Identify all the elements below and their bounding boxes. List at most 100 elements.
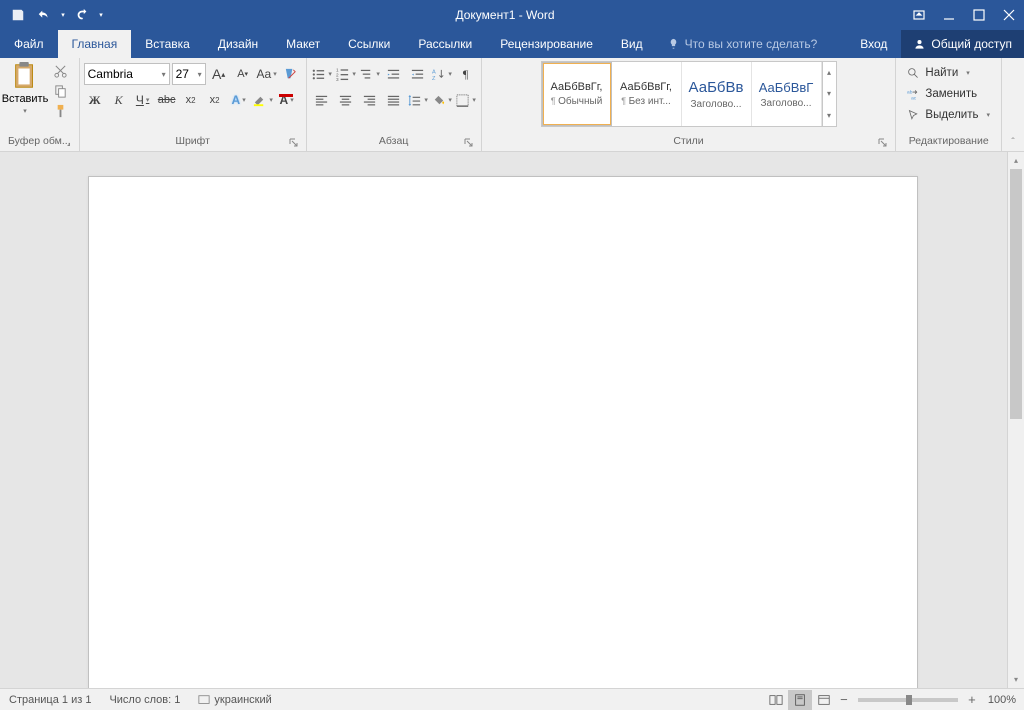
- find-button[interactable]: Найти: [904, 63, 993, 83]
- cut-button[interactable]: [50, 63, 70, 80]
- numbering-button[interactable]: 123: [335, 63, 357, 85]
- paste-label: Вставить: [2, 93, 49, 105]
- clipboard-icon: [10, 61, 40, 91]
- window-controls: [904, 0, 1024, 30]
- select-button[interactable]: Выделить: [904, 105, 993, 125]
- tab-insert[interactable]: Вставка: [131, 30, 204, 58]
- tab-file[interactable]: Файл: [0, 30, 58, 58]
- underline-button[interactable]: Ч: [132, 89, 154, 111]
- close-button[interactable]: [994, 0, 1024, 30]
- search-icon: [907, 67, 920, 80]
- share-icon: [913, 38, 926, 51]
- shading-button[interactable]: [431, 89, 453, 111]
- style-heading1[interactable]: АаБбВв Заголово...: [682, 62, 752, 126]
- undo-dropdown-icon[interactable]: ▾: [58, 3, 68, 27]
- replace-button[interactable]: abac Заменить: [904, 84, 993, 104]
- style-normal[interactable]: АаБбВвГг, ¶ Обычный: [542, 62, 612, 126]
- paragraph-dialog-launcher[interactable]: [463, 138, 475, 150]
- zoom-percent[interactable]: 100%: [980, 694, 1024, 706]
- tab-mailings[interactable]: Рассылки: [404, 30, 486, 58]
- tab-design[interactable]: Дизайн: [204, 30, 272, 58]
- collapse-ribbon-button[interactable]: ˆ: [1002, 58, 1024, 151]
- page-canvas[interactable]: [0, 152, 1007, 688]
- tell-me-search[interactable]: Что вы хотите сделать?: [657, 30, 828, 58]
- highlight-button[interactable]: [252, 89, 274, 111]
- paste-button[interactable]: Вставить ▾: [4, 61, 46, 115]
- align-left-button[interactable]: [311, 89, 333, 111]
- increase-indent-button[interactable]: [407, 63, 429, 85]
- gallery-scroll-down[interactable]: ▾: [823, 83, 836, 104]
- signin-button[interactable]: Вход: [846, 30, 901, 58]
- vertical-scrollbar[interactable]: ▴ ▾: [1007, 152, 1024, 688]
- grow-font-button[interactable]: A▴: [208, 63, 230, 85]
- styles-gallery-more: ▴ ▾ ▾: [822, 62, 836, 126]
- shrink-font-button[interactable]: A▾: [232, 63, 254, 85]
- scroll-up-button[interactable]: ▴: [1008, 152, 1024, 169]
- group-font: Cambria 27 A▴ A▾ Aa Ж К Ч abc x2 x2 A A: [80, 58, 307, 151]
- style-heading2[interactable]: АаБбВвГ Заголово...: [752, 62, 822, 126]
- tab-review[interactable]: Рецензирование: [486, 30, 607, 58]
- strikethrough-button[interactable]: abc: [156, 89, 178, 111]
- copy-button[interactable]: [50, 83, 70, 100]
- gallery-expand[interactable]: ▾: [823, 105, 836, 126]
- align-left-icon: [314, 93, 329, 108]
- sort-button[interactable]: AZ: [431, 63, 453, 85]
- zoom-handle[interactable]: [906, 695, 912, 705]
- font-name-combo[interactable]: Cambria: [84, 63, 170, 85]
- share-button[interactable]: Общий доступ: [901, 30, 1024, 58]
- format-painter-button[interactable]: [50, 103, 70, 120]
- bold-button[interactable]: Ж: [84, 89, 106, 111]
- show-marks-button[interactable]: ¶: [455, 63, 477, 85]
- minimize-button[interactable]: [934, 0, 964, 30]
- style-nospacing[interactable]: АаБбВвГг, ¶ Без инт...: [612, 62, 682, 126]
- subscript-button[interactable]: x2: [180, 89, 202, 111]
- view-read-mode[interactable]: [764, 690, 788, 710]
- qat-customize-icon[interactable]: ▾: [96, 3, 106, 27]
- tab-references[interactable]: Ссылки: [334, 30, 404, 58]
- group-clipboard: Вставить ▾ Буфер обм...: [0, 58, 80, 151]
- font-size-combo[interactable]: 27: [172, 63, 206, 85]
- maximize-button[interactable]: [964, 0, 994, 30]
- gallery-scroll-up[interactable]: ▴: [823, 62, 836, 83]
- superscript-button[interactable]: x2: [204, 89, 226, 111]
- styles-dialog-launcher[interactable]: [877, 138, 889, 150]
- tab-home[interactable]: Главная: [58, 30, 132, 58]
- align-right-button[interactable]: [359, 89, 381, 111]
- svg-text:A: A: [432, 69, 436, 75]
- clipboard-dialog-launcher[interactable]: [61, 138, 73, 150]
- decrease-indent-button[interactable]: [383, 63, 405, 85]
- font-dialog-launcher[interactable]: [288, 138, 300, 150]
- clear-formatting-button[interactable]: [280, 63, 302, 85]
- multilevel-list-button[interactable]: [359, 63, 381, 85]
- zoom-out-button[interactable]: −: [836, 692, 852, 707]
- zoom-in-button[interactable]: +: [964, 692, 980, 707]
- align-right-icon: [362, 93, 377, 108]
- save-button[interactable]: [6, 3, 30, 27]
- window-title: Документ1 - Word: [106, 8, 904, 22]
- status-language[interactable]: украинский: [189, 694, 280, 706]
- title-bar: ▾ ▾ Документ1 - Word: [0, 0, 1024, 30]
- align-center-button[interactable]: [335, 89, 357, 111]
- view-web-layout[interactable]: [812, 690, 836, 710]
- zoom-slider[interactable]: [858, 698, 958, 702]
- redo-button[interactable]: [70, 3, 94, 27]
- status-word-count[interactable]: Число слов: 1: [100, 694, 189, 706]
- document-page[interactable]: [88, 176, 918, 688]
- view-print-layout[interactable]: [788, 690, 812, 710]
- ribbon-display-button[interactable]: [904, 0, 934, 30]
- text-effects-button[interactable]: A: [228, 89, 250, 111]
- scroll-thumb[interactable]: [1010, 169, 1022, 419]
- justify-button[interactable]: [383, 89, 405, 111]
- eraser-icon: [283, 67, 298, 82]
- status-page[interactable]: Страница 1 из 1: [0, 694, 100, 706]
- tab-layout[interactable]: Макет: [272, 30, 334, 58]
- scroll-down-button[interactable]: ▾: [1008, 671, 1024, 688]
- undo-button[interactable]: [32, 3, 56, 27]
- line-spacing-button[interactable]: [407, 89, 429, 111]
- bullets-button[interactable]: [311, 63, 333, 85]
- borders-button[interactable]: [455, 89, 477, 111]
- italic-button[interactable]: К: [108, 89, 130, 111]
- tab-view[interactable]: Вид: [607, 30, 657, 58]
- font-color-button[interactable]: A: [276, 89, 298, 111]
- change-case-button[interactable]: Aa: [256, 63, 278, 85]
